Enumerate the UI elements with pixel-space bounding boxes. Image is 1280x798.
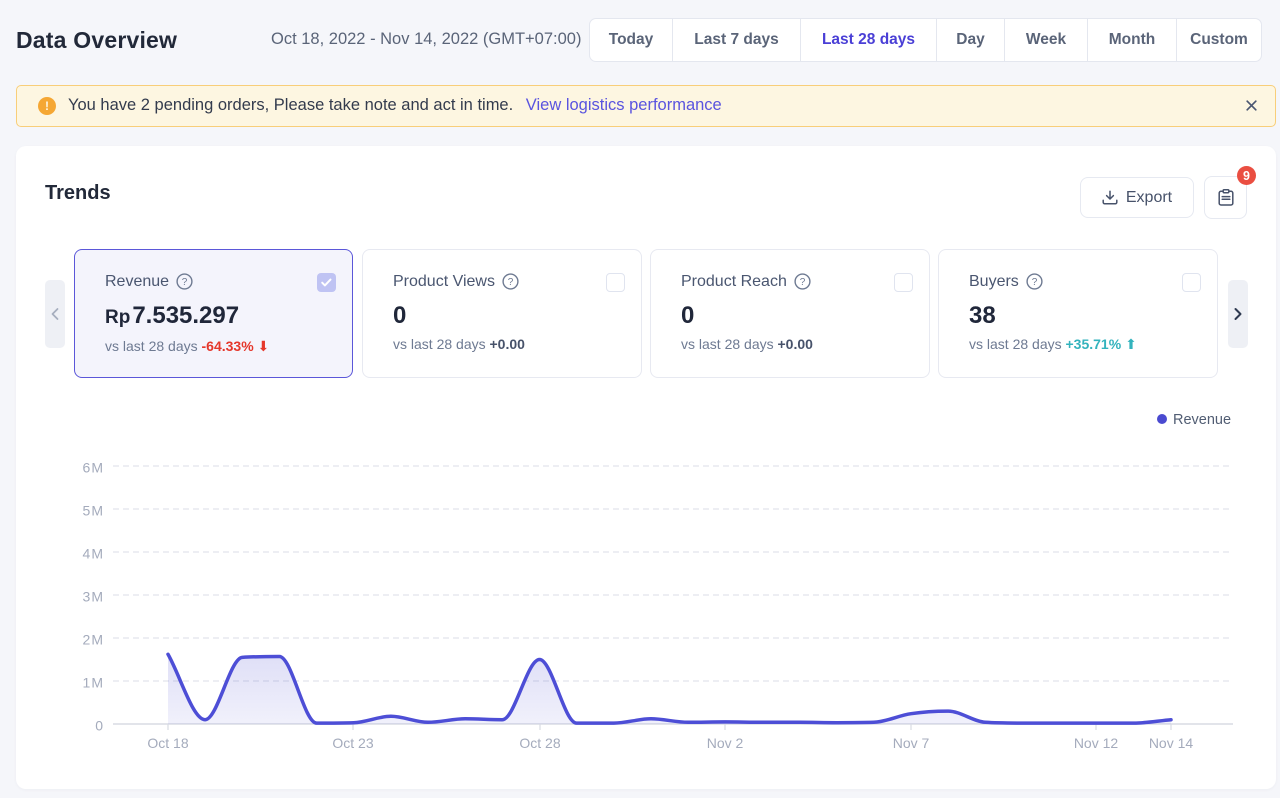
svg-text:Revenue: Revenue [1173, 412, 1231, 428]
svg-text:Oct 23: Oct 23 [332, 735, 373, 751]
svg-text:?: ? [800, 277, 806, 288]
svg-text:6M: 6M [83, 460, 104, 476]
svg-text:5M: 5M [83, 503, 104, 519]
svg-text:?: ? [1032, 277, 1038, 288]
svg-text:Nov 2: Nov 2 [707, 735, 744, 751]
svg-text:2M: 2M [83, 632, 104, 648]
svg-text:Nov 7: Nov 7 [893, 735, 930, 751]
svg-text:0: 0 [95, 718, 104, 734]
svg-text:?: ? [182, 277, 188, 288]
svg-text:Oct 18: Oct 18 [147, 735, 188, 751]
svg-text:1M: 1M [83, 675, 104, 691]
svg-text:Nov 12: Nov 12 [1074, 735, 1119, 751]
svg-text:Oct 28: Oct 28 [519, 735, 560, 751]
svg-text:Nov 14: Nov 14 [1149, 735, 1194, 751]
svg-text:?: ? [508, 277, 514, 288]
svg-text:4M: 4M [83, 546, 104, 562]
svg-text:3M: 3M [83, 589, 104, 605]
